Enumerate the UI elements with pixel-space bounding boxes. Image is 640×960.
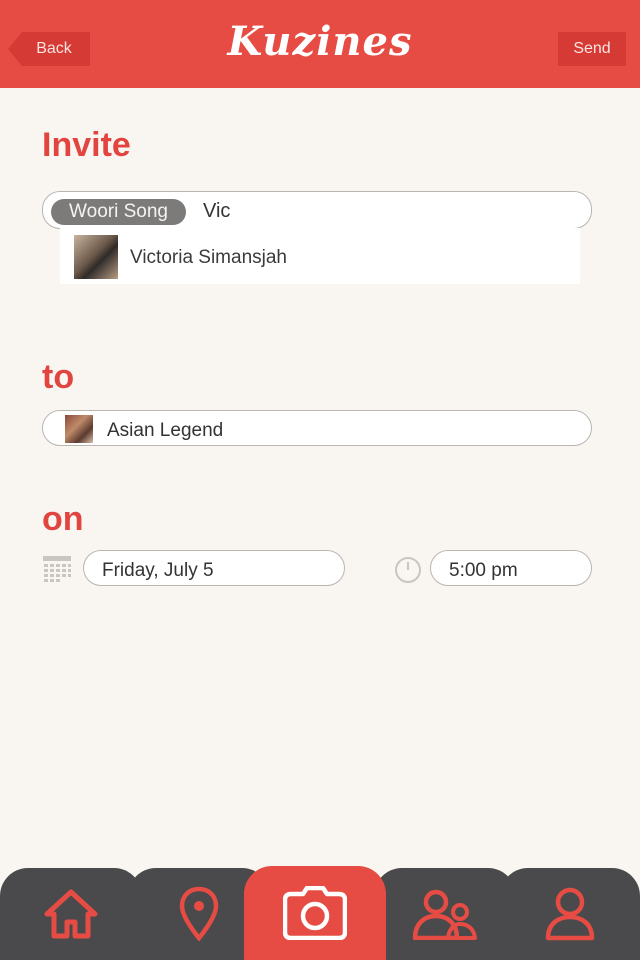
place-name: Asian Legend xyxy=(107,420,224,441)
avatar xyxy=(74,235,118,279)
tab-camera[interactable] xyxy=(244,866,386,960)
on-heading: on xyxy=(42,500,84,538)
calendar-icon[interactable] xyxy=(43,556,71,582)
tab-home[interactable] xyxy=(0,868,142,960)
invite-input[interactable]: Woori Song Vic xyxy=(42,191,592,229)
place-thumbnail xyxy=(65,415,93,443)
camera-icon xyxy=(283,886,347,940)
time-value: 5:00 pm xyxy=(449,560,518,581)
send-button[interactable]: Send xyxy=(558,32,626,66)
invite-typed-text: Vic xyxy=(203,200,231,222)
to-heading: to xyxy=(42,358,75,396)
friends-icon xyxy=(412,889,477,940)
send-button-label: Send xyxy=(573,40,611,57)
map-pin-icon xyxy=(179,886,219,942)
date-field[interactable]: Friday, July 5 xyxy=(83,550,345,586)
tab-friends[interactable] xyxy=(374,868,516,960)
tab-profile[interactable] xyxy=(500,868,640,960)
suggestion-name: Victoria Simansjah xyxy=(130,247,288,268)
home-icon xyxy=(44,889,98,939)
top-bar: Back Kuzines Send xyxy=(0,0,640,88)
time-field[interactable]: 5:00 pm xyxy=(430,550,592,586)
date-value: Friday, July 5 xyxy=(102,560,214,581)
profile-icon xyxy=(545,887,595,941)
suggestion-item[interactable]: Victoria Simansjah xyxy=(60,228,580,284)
tab-bar xyxy=(0,866,640,960)
clock-icon[interactable] xyxy=(394,556,422,584)
invitee-chip[interactable]: Woori Song xyxy=(51,199,186,225)
invitee-chip-label: Woori Song xyxy=(69,201,168,222)
invite-heading: Invite xyxy=(42,126,131,164)
app-logo: Kuzines xyxy=(227,18,413,65)
place-field[interactable]: Asian Legend xyxy=(42,410,592,446)
